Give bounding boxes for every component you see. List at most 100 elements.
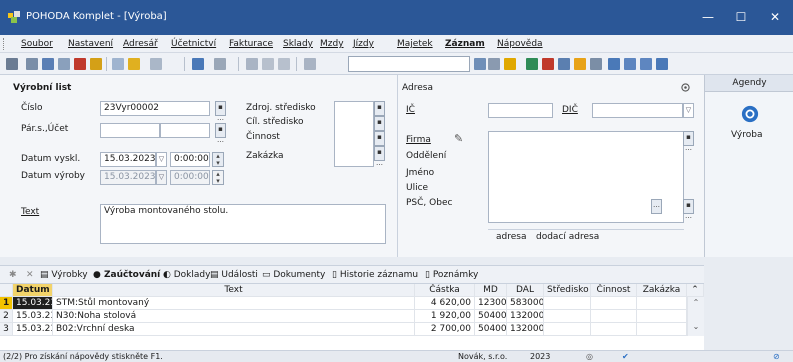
refresh-icon[interactable] xyxy=(26,58,38,70)
ic-field[interactable] xyxy=(488,103,553,118)
help-icon[interactable] xyxy=(656,58,668,70)
tab-historie-zaznamu[interactable]: ▯ Historie záznamu xyxy=(332,270,418,280)
column-header-stredisko[interactable]: Středisko xyxy=(544,284,591,297)
grid-cell-text[interactable]: N30:Noha stolová xyxy=(53,310,415,323)
menu-majetek[interactable]: Majetek xyxy=(397,39,433,49)
iban-icon[interactable] xyxy=(590,58,602,70)
grid-icon[interactable] xyxy=(624,58,636,70)
menu-mzdy[interactable]: Mzdy xyxy=(320,39,344,49)
cil-stredisko-picker-button[interactable]: ▪… xyxy=(374,116,385,137)
grid-cell-text[interactable]: B02:Vrchní deska xyxy=(53,323,415,336)
save-icon[interactable] xyxy=(246,58,258,70)
document-green-icon[interactable] xyxy=(526,58,538,70)
print-icon[interactable] xyxy=(42,58,54,70)
grid-cell-stredisko[interactable] xyxy=(544,310,591,323)
copy-icon[interactable] xyxy=(304,58,316,70)
grid-cell-datum[interactable]: 15.03.23 xyxy=(13,323,53,336)
grid-cell-cinnost[interactable] xyxy=(591,297,637,310)
menu-ucetnictvi[interactable]: Účetnictví xyxy=(171,39,216,49)
grid-cell-datum[interactable]: 15.03.23 xyxy=(13,310,53,323)
datum-vyskladneni-field[interactable]: 15.03.2023 xyxy=(100,152,156,167)
column-header-castka[interactable]: Částka xyxy=(415,284,475,297)
new-record-icon[interactable] xyxy=(112,58,124,70)
status-check-icon[interactable]: ✔ xyxy=(622,352,629,361)
tab-dodaci-adresa[interactable]: dodací adresa xyxy=(536,232,599,242)
par-symbol-field[interactable] xyxy=(100,123,160,138)
grid-cell-md[interactable]: 123000 xyxy=(475,297,507,310)
ucet-field[interactable] xyxy=(160,123,210,138)
menu-fakturace[interactable]: Fakturace xyxy=(229,39,273,49)
grid-scrollbar[interactable]: ⌃ ⌄ xyxy=(687,297,704,336)
minimize-button[interactable]: — xyxy=(696,6,720,28)
menu-soubor[interactable]: Soubor xyxy=(21,39,53,49)
maximize-button[interactable]: ☐ xyxy=(729,6,753,28)
menu-zaznam[interactable]: Záznam xyxy=(445,39,485,49)
tab-adresa[interactable]: adresa xyxy=(496,232,526,242)
list-icon[interactable] xyxy=(150,58,162,70)
zakazka-picker-button[interactable]: ▪… xyxy=(374,146,385,167)
grid-cell-md[interactable]: 504000 xyxy=(475,310,507,323)
address-picker-button[interactable]: ▪… xyxy=(683,131,694,152)
dic-field[interactable] xyxy=(592,103,683,118)
cancel-icon[interactable] xyxy=(262,58,274,70)
grid-cell-cinnost[interactable] xyxy=(591,323,637,336)
preview-icon[interactable] xyxy=(58,58,70,70)
column-header-datum[interactable]: Datum xyxy=(13,284,53,297)
column-header-md[interactable]: MD xyxy=(475,284,507,297)
column-header-text[interactable]: Text xyxy=(53,284,415,297)
edit-icon[interactable] xyxy=(128,58,140,70)
zdroj-stredisko-picker-button[interactable]: ▪… xyxy=(374,101,385,122)
grid-cell-stredisko[interactable] xyxy=(544,297,591,310)
grid-cell-text[interactable]: STM:Stůl montovaný xyxy=(53,297,415,310)
menu-adresar[interactable]: Adresář xyxy=(123,39,158,49)
grid-scroll-up-icon[interactable]: ⌃ xyxy=(687,284,704,297)
menu-napoveda[interactable]: Nápověda xyxy=(497,39,543,49)
grid-cell-zakazka[interactable] xyxy=(637,323,687,336)
tab-dokumenty[interactable]: ▭ Dokumenty xyxy=(262,270,325,280)
quick-search-input[interactable] xyxy=(348,56,470,72)
strediska-field[interactable] xyxy=(334,101,374,167)
grid-cell-stredisko[interactable] xyxy=(544,323,591,336)
tab-udalosti[interactable]: ▤ Události xyxy=(210,270,258,280)
sort-icon[interactable] xyxy=(504,58,516,70)
grid-cell-castka[interactable]: 2 700,00 xyxy=(415,323,475,336)
folder-icon[interactable] xyxy=(90,58,102,70)
row-number[interactable]: 3 xyxy=(0,323,13,336)
datum-vyskladneni-dropdown[interactable]: ▽ xyxy=(156,152,167,167)
users-icon[interactable] xyxy=(574,58,586,70)
obec-picker-button[interactable]: … xyxy=(651,199,662,214)
tab-poznamky[interactable]: ▯ Poznámky xyxy=(425,270,478,280)
grid-cell-zakazka[interactable] xyxy=(637,297,687,310)
filter-icon[interactable] xyxy=(474,58,486,70)
tab-close-icon[interactable]: ✕ xyxy=(26,270,34,280)
agenda-vyroba-label[interactable]: Výroba xyxy=(731,130,762,140)
grid-cell-datum[interactable]: 15.03.23 xyxy=(13,297,53,310)
link-address-icon[interactable]: ✎ xyxy=(454,132,463,145)
delete-icon[interactable] xyxy=(278,58,290,70)
text-area[interactable]: Výroba montovaného stolu. xyxy=(100,204,386,244)
ucet-picker-button[interactable]: ▪… xyxy=(215,123,226,144)
tab-zauctovani[interactable]: ● Zaúčtování xyxy=(93,270,160,280)
sum-icon[interactable] xyxy=(488,58,500,70)
row-number[interactable]: 2 xyxy=(0,310,13,323)
cas-vyskladneni-spinner[interactable]: ▴ ▾ xyxy=(212,152,224,167)
column-header-dal[interactable]: DAL xyxy=(507,284,544,297)
tab-vyrobky[interactable]: ▤ Výrobky xyxy=(40,270,88,280)
tab-doklady[interactable]: ◐ Doklady xyxy=(163,270,210,280)
back-arrow-icon[interactable] xyxy=(192,58,204,70)
grid-cell-castka[interactable]: 1 920,00 xyxy=(415,310,475,323)
cas-vyskladneni-field[interactable]: 0:00:00 xyxy=(170,152,210,167)
grid-cell-md[interactable]: 504000 xyxy=(475,323,507,336)
settings-icon[interactable] xyxy=(681,83,690,92)
grid-cell-dal[interactable]: 132000 xyxy=(507,310,544,323)
pdf-icon[interactable] xyxy=(74,58,86,70)
menu-sklady[interactable]: Sklady xyxy=(283,39,313,49)
forward-arrow-icon[interactable] xyxy=(214,58,226,70)
panel-icon[interactable] xyxy=(640,58,652,70)
column-header-zakazka[interactable]: Zakázka xyxy=(637,284,687,297)
grid-cell-zakazka[interactable] xyxy=(637,310,687,323)
status-ok-icon[interactable]: ⊘ xyxy=(773,352,780,361)
cinnost-picker-button[interactable]: ▪… xyxy=(374,131,385,152)
column-header-cinnost[interactable]: Činnost xyxy=(591,284,637,297)
first-record-icon[interactable] xyxy=(6,58,18,70)
